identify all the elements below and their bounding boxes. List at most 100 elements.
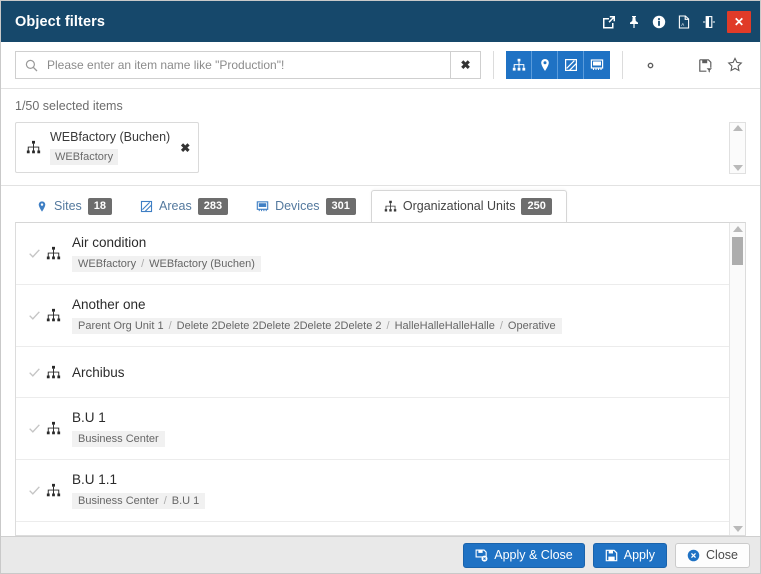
- sitemap-icon: [46, 421, 72, 436]
- list-item-path: Parent Org Unit 1/Delete 2Delete 2Delete…: [72, 318, 562, 334]
- sitemap-icon: [46, 246, 72, 261]
- tab-count-badge: 250: [521, 198, 551, 215]
- list-item[interactable]: Another oneParent Org Unit 1/Delete 2Del…: [16, 285, 729, 347]
- tab-label: Sites: [54, 199, 82, 213]
- list-item[interactable]: Archibus: [16, 347, 729, 398]
- path-segment: WEBfactory (Buchen): [149, 258, 255, 270]
- list-item-title: B.U 1.1: [72, 472, 719, 487]
- area-polygon-icon: [140, 200, 153, 213]
- search-input[interactable]: [45, 57, 450, 73]
- selected-items-scrollbar[interactable]: [729, 122, 746, 174]
- save-filter-icon[interactable]: [690, 51, 720, 79]
- dialog-title: Object filters: [15, 14, 105, 30]
- pin-icon[interactable]: [623, 1, 645, 42]
- check-icon[interactable]: [28, 484, 46, 497]
- org-unit-filter-button[interactable]: [506, 51, 532, 79]
- close-circle-icon: [687, 549, 700, 562]
- selected-items-section: 1/50 selected items WEBfactory (Buchen) …: [1, 89, 760, 186]
- selected-chip[interactable]: WEBfactory (Buchen) WEBfactory ✖: [15, 122, 199, 173]
- apply-button[interactable]: Apply: [593, 543, 667, 568]
- list-item[interactable]: B.U 1.1 Business Center/B.U 1: [16, 460, 729, 522]
- selected-chips-row: WEBfactory (Buchen) WEBfactory ✖: [15, 122, 746, 185]
- list-item-path: Business Center: [72, 431, 165, 447]
- scroll-down-arrow-icon[interactable]: [733, 526, 743, 532]
- list-item-path: Business Center/B.U 1: [72, 493, 205, 509]
- path-separator: /: [495, 320, 508, 332]
- area-filter-button[interactable]: [558, 51, 584, 79]
- list-item-title: Archibus: [72, 365, 719, 380]
- scroll-down-arrow-icon[interactable]: [733, 165, 743, 171]
- type-filter-group: [506, 51, 610, 79]
- button-label: Apply & Close: [494, 548, 573, 562]
- scroll-up-arrow-icon[interactable]: [733, 226, 743, 232]
- scrollbar-thumb[interactable]: [732, 237, 743, 265]
- gear-icon[interactable]: [635, 51, 665, 79]
- list-item-path: WEBfactory/WEBfactory (Buchen): [72, 256, 261, 272]
- pdf-export-icon[interactable]: A: [673, 1, 695, 42]
- list-item[interactable]: Air condition WEBfactory/WEBfactory (Buch…: [16, 223, 729, 285]
- list-item-title: Air condition: [72, 235, 719, 250]
- tab-sites[interactable]: Sites 18: [23, 190, 127, 222]
- check-icon[interactable]: [28, 366, 46, 379]
- close-button[interactable]: Close: [675, 543, 750, 568]
- path-separator: /: [136, 258, 149, 270]
- list-item-body: B.U 1.1 Business Center/B.U 1: [72, 472, 719, 509]
- path-segment: Business Center: [78, 433, 159, 445]
- results-list: Air condition WEBfactory/WEBfactory (Buch…: [16, 223, 729, 535]
- button-label: Close: [706, 548, 738, 562]
- list-item-title: Another one: [72, 297, 719, 312]
- sitemap-icon: [46, 365, 72, 380]
- sitemap-icon: [46, 308, 72, 323]
- tab-label: Areas: [159, 199, 192, 213]
- save-icon: [605, 549, 618, 562]
- list-item-title: B.U 1: [72, 410, 719, 425]
- path-separator: /: [164, 320, 177, 332]
- dialog-footer: Apply & Close Apply Close: [1, 536, 760, 573]
- search-group: ✖: [15, 51, 481, 79]
- sitemap-icon: [26, 140, 41, 155]
- list-item-body: Another oneParent Org Unit 1/Delete 2Del…: [72, 297, 719, 334]
- scroll-up-arrow-icon[interactable]: [733, 125, 743, 131]
- path-separator: /: [159, 495, 172, 507]
- info-icon[interactable]: [648, 1, 670, 42]
- search-toolbar: ✖: [1, 42, 760, 89]
- tab-count-badge: 18: [88, 198, 112, 215]
- save-close-icon: [475, 549, 488, 562]
- search-icon: [25, 59, 38, 72]
- dock-icon[interactable]: [698, 1, 720, 42]
- check-icon[interactable]: [28, 422, 46, 435]
- button-label: Apply: [624, 548, 655, 562]
- check-icon[interactable]: [28, 309, 46, 322]
- popout-icon[interactable]: [598, 1, 620, 42]
- list-item-body: B.U 1 Business Center: [72, 410, 719, 447]
- object-filters-dialog: Object filters A ✕: [0, 0, 761, 574]
- results-list-panel: Air condition WEBfactory/WEBfactory (Buch…: [15, 222, 746, 536]
- path-segment: Parent Org Unit 1: [78, 320, 164, 332]
- path-separator: /: [382, 320, 395, 332]
- list-item-body: Air condition WEBfactory/WEBfactory (Buch…: [72, 235, 719, 272]
- results-list-scrollbar[interactable]: [729, 223, 745, 535]
- type-tabs: Sites 18 Areas 283 Devices 301 Organizat…: [1, 186, 760, 222]
- site-filter-button[interactable]: [532, 51, 558, 79]
- sitemap-icon: [46, 483, 72, 498]
- chip-path: WEBfactory: [50, 149, 118, 165]
- check-icon[interactable]: [28, 247, 46, 260]
- close-window-button[interactable]: ✕: [727, 11, 751, 33]
- chip-title: WEBfactory (Buchen): [50, 130, 170, 144]
- toolbar-divider-2: [622, 51, 623, 79]
- tab-devices[interactable]: Devices 301: [243, 190, 371, 222]
- tab-areas[interactable]: Areas 283: [127, 190, 243, 222]
- device-filter-button[interactable]: [584, 51, 610, 79]
- tab-label: Devices: [275, 199, 319, 213]
- svg-text:A: A: [681, 22, 684, 27]
- star-icon[interactable]: [720, 51, 750, 79]
- path-segment: Delete 2Delete 2Delete 2Delete 2Delete 2: [177, 320, 382, 332]
- clear-search-button[interactable]: ✖: [450, 51, 481, 79]
- remove-chip-button[interactable]: ✖: [180, 141, 190, 155]
- apply-and-close-button[interactable]: Apply & Close: [463, 543, 585, 568]
- tab-organizational-units[interactable]: Organizational Units 250: [371, 190, 567, 222]
- tab-count-badge: 301: [326, 198, 356, 215]
- titlebar-icon-group: A ✕: [598, 1, 760, 42]
- search-field-wrapper: [15, 51, 450, 79]
- list-item[interactable]: B.U 1 Business Center: [16, 398, 729, 460]
